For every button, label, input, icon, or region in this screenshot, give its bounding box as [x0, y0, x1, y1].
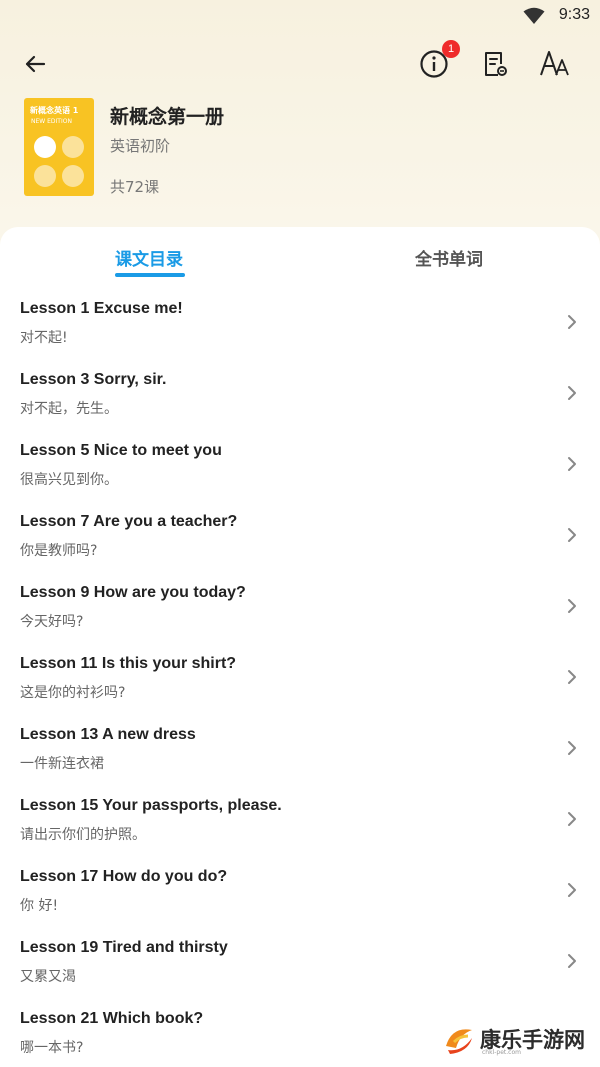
lesson-count: 共72课 [110, 178, 160, 196]
chevron-right-icon [568, 812, 576, 826]
lesson-subtitle: 今天好吗? [20, 614, 84, 630]
chevron-right-icon [568, 315, 576, 329]
lesson-subtitle: 请出示你们的护照。 [20, 827, 146, 843]
watermark-url: chkl-pet.com [482, 1049, 521, 1056]
lesson-subtitle: 哪一本书? [20, 1040, 84, 1056]
watermark-logo-icon [446, 1029, 472, 1054]
book-header: 新概念英语 1 NEW EDITION 新概念第一册 英语初阶 共72课 [24, 98, 584, 198]
lesson-list: Lesson 1 Excuse me! 对不起! Lesson 3 Sorry,… [0, 287, 600, 1067]
lesson-title: Lesson 15 Your passports, please. [20, 797, 282, 814]
lesson-title: Lesson 21 Which book? [20, 1010, 204, 1027]
wifi-icon [523, 7, 545, 24]
status-time: 9:33 [558, 6, 590, 23]
lesson-subtitle: 你 好! [20, 898, 59, 914]
lesson-item[interactable]: Lesson 11 Is this your shirt? 这是你的衬衫吗? [0, 642, 600, 713]
cover-subtitle: NEW EDITION [31, 118, 72, 125]
cover-dot [62, 136, 84, 158]
lesson-subtitle: 很高兴见到你。 [20, 472, 118, 488]
lesson-title: Lesson 9 How are you today? [20, 584, 246, 601]
lesson-title: Lesson 5 Nice to meet you [20, 442, 222, 459]
lesson-item[interactable]: Lesson 9 How are you today? 今天好吗? [0, 571, 600, 642]
lesson-subtitle: 对不起! [20, 330, 68, 346]
lesson-subtitle: 一件新连衣裙 [20, 756, 104, 772]
cover-dot [62, 165, 84, 187]
lesson-subtitle: 这是你的衬衫吗? [20, 685, 126, 701]
lesson-title: Lesson 17 How do you do? [20, 868, 228, 885]
content-card: 课文目录 全书单词 Lesson 1 Excuse me! 对不起! Lesso… [0, 227, 600, 1067]
lesson-title: Lesson 11 Is this your shirt? [20, 655, 237, 672]
watermark: 康乐手游网 chkl-pet.com [442, 1017, 592, 1061]
cover-dot [34, 165, 56, 187]
back-button[interactable] [13, 42, 57, 86]
lesson-item[interactable]: Lesson 17 How do you do? 你 好! [0, 855, 600, 926]
tab-lesson-catalog[interactable]: 课文目录 [115, 245, 183, 270]
tab-indicator [115, 273, 185, 277]
lesson-title: Lesson 13 A new dress [20, 726, 196, 743]
font-size-button[interactable] [533, 42, 577, 86]
status-bar: 9:33 [0, 0, 600, 36]
chevron-right-icon [568, 741, 576, 755]
font-size-icon [540, 51, 569, 76]
book-level: 英语初阶 [110, 137, 171, 155]
tab-book-words[interactable]: 全书单词 [415, 245, 483, 270]
notification-badge: 1 [442, 40, 460, 58]
lesson-item[interactable]: Lesson 1 Excuse me! 对不起! [0, 287, 600, 358]
lesson-item[interactable]: Lesson 15 Your passports, please. 请出示你们的… [0, 784, 600, 855]
book-cover[interactable]: 新概念英语 1 NEW EDITION [24, 98, 94, 196]
lesson-subtitle: 又累又渴 [20, 969, 76, 985]
lesson-title: Lesson 7 Are you a teacher? [20, 513, 238, 530]
chevron-right-icon [568, 457, 576, 471]
lesson-subtitle: 对不起，先生。 [20, 401, 118, 417]
lesson-title: Lesson 1 Excuse me! [20, 300, 183, 317]
top-bar: 1 [0, 40, 600, 92]
chevron-right-icon [568, 670, 576, 684]
lesson-title: Lesson 3 Sorry, sir. [20, 371, 167, 388]
cover-dot [34, 136, 56, 158]
lesson-title: Lesson 19 Tired and thirsty [20, 939, 228, 956]
lesson-item[interactable]: Lesson 7 Are you a teacher? 你是教师吗? [0, 500, 600, 571]
lesson-item[interactable]: Lesson 5 Nice to meet you 很高兴见到你。 [0, 429, 600, 500]
lesson-subtitle: 你是教师吗? [20, 543, 98, 559]
chevron-right-icon [568, 883, 576, 897]
arrow-left-icon [25, 55, 46, 73]
notes-icon [485, 52, 507, 76]
chevron-right-icon [568, 954, 576, 968]
lesson-item[interactable]: Lesson 19 Tired and thirsty 又累又渴 [0, 926, 600, 997]
chevron-right-icon [568, 599, 576, 613]
notes-button[interactable] [473, 42, 517, 86]
book-title: 新概念第一册 [110, 106, 225, 128]
cover-title: 新概念英语 1 [30, 106, 79, 115]
lesson-item[interactable]: Lesson 13 A new dress 一件新连衣裙 [0, 713, 600, 784]
chevron-right-icon [568, 528, 576, 542]
chevron-right-icon [568, 386, 576, 400]
lesson-item[interactable]: Lesson 3 Sorry, sir. 对不起，先生。 [0, 358, 600, 429]
